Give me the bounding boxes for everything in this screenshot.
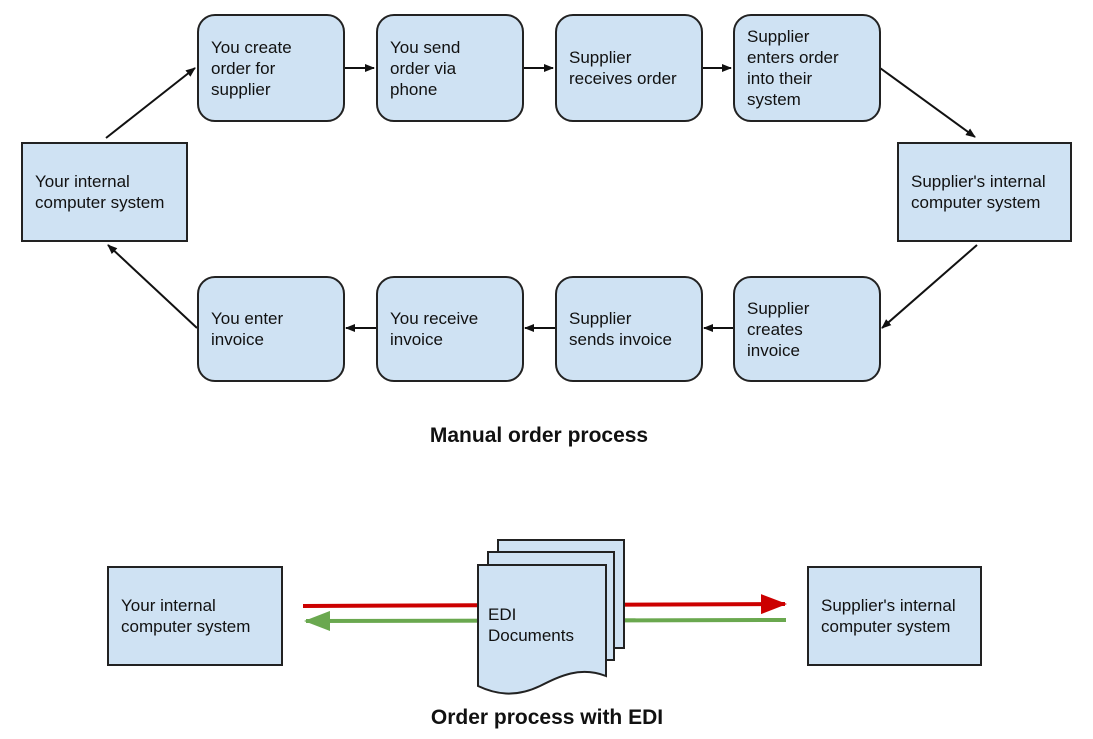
step-label: You create order for supplier xyxy=(211,37,292,99)
your-internal-system-label: Your internal computer system xyxy=(35,172,165,212)
your-internal-system-box: Your internal computer system xyxy=(21,142,188,242)
supplier-internal-system-box: Supplier's internal computer system xyxy=(897,142,1072,242)
arrow-enter-invoice-to-system xyxy=(107,244,198,329)
step-supplier-sends-invoice: Supplier sends invoice xyxy=(555,276,703,382)
step-supplier-enters-order: Supplier enters order into their system xyxy=(733,14,881,122)
edi-supplier-internal-system-box: Supplier's internal computer system xyxy=(807,566,982,666)
edi-your-internal-system-box: Your internal computer system xyxy=(107,566,283,666)
step-label: Supplier receives order xyxy=(569,48,677,88)
step-label: You send order via phone xyxy=(390,37,461,99)
step-create-order: You create order for supplier xyxy=(197,14,345,122)
manual-process-title: Manual order process xyxy=(429,424,649,447)
edi-your-internal-system-label: Your internal computer system xyxy=(121,596,251,636)
arrow-supplier-system-to-create-invoice xyxy=(881,244,978,329)
step-label: Supplier enters order into their system xyxy=(747,27,839,109)
step-label: You enter invoice xyxy=(211,309,284,349)
arrow-system-to-create xyxy=(105,67,196,139)
step-you-enter-invoice: You enter invoice xyxy=(197,276,345,382)
step-you-receive-invoice: You receive invoice xyxy=(376,276,524,382)
edi-process-title: Order process with EDI xyxy=(430,706,664,729)
step-label: Supplier sends invoice xyxy=(569,309,673,349)
arrow-enter-to-supplier-system xyxy=(879,67,976,138)
edi-supplier-internal-system-label: Supplier's internal computer system xyxy=(821,596,956,636)
step-send-order: You send order via phone xyxy=(376,14,524,122)
edi-documents-label: EDI Documents xyxy=(488,605,574,645)
step-label: Supplier creates invoice xyxy=(747,298,810,360)
supplier-internal-system-label: Supplier's internal computer system xyxy=(911,172,1046,212)
step-supplier-receives-order: Supplier receives order xyxy=(555,14,703,122)
step-supplier-creates-invoice: Supplier creates invoice xyxy=(733,276,881,382)
step-label: You receive invoice xyxy=(390,309,479,349)
